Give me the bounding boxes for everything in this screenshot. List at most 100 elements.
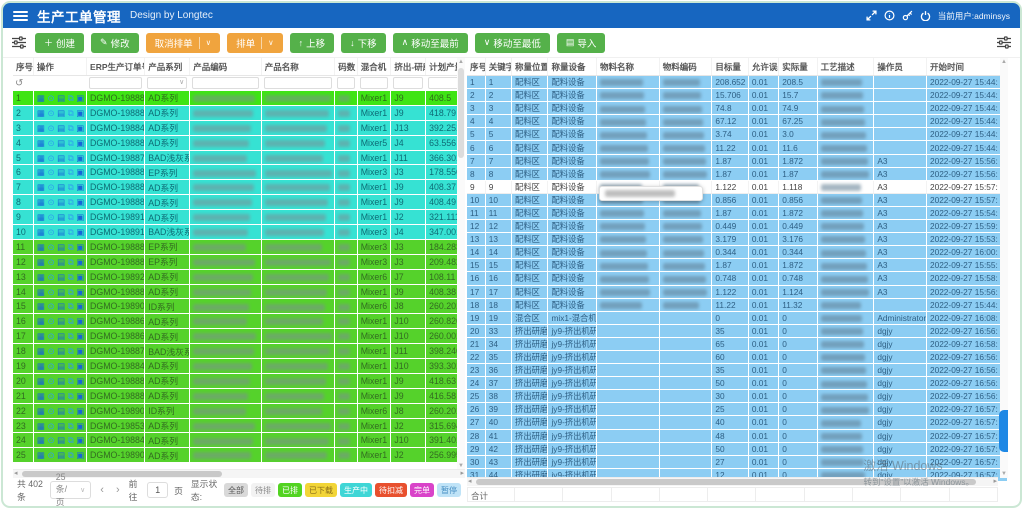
weighing-row[interactable]: 2538挤出研磨区jy9-挤出机研…300.010dgjy2022-09-27 … xyxy=(467,390,1008,403)
target-icon[interactable]: ⊙ xyxy=(47,288,54,297)
target-icon[interactable]: ⊙ xyxy=(47,139,54,148)
detail-grid-icon[interactable]: ▦ xyxy=(37,94,45,103)
target-icon[interactable]: ⊙ xyxy=(47,228,54,237)
work-order-row[interactable]: 14▦⊙▤⧉▣DGMO-198880AD系列Mixer1J9408.38 xyxy=(13,284,465,299)
target-icon[interactable]: ⊙ xyxy=(47,302,54,311)
prev-page-button[interactable]: ‹ xyxy=(97,484,107,496)
copy-icon[interactable]: ⧉ xyxy=(68,258,74,267)
list-icon[interactable]: ▤ xyxy=(57,139,65,148)
weighing-row[interactable]: 2336挤出研磨区jy9-挤出机研…350.010dgjy2022-09-27 … xyxy=(467,364,1008,377)
right-horizontal-scrollbar[interactable]: ◂▸ xyxy=(467,477,998,486)
stop-icon[interactable]: ▣ xyxy=(76,94,84,103)
stop-icon[interactable]: ▣ xyxy=(76,198,84,207)
stop-icon[interactable]: ▣ xyxy=(76,422,84,431)
list-icon[interactable]: ▤ xyxy=(57,332,65,341)
status-badge-暂停[interactable]: 暂停 xyxy=(437,483,461,497)
weighing-row[interactable]: 22配料区配料设备15.7060.0115.72022-09-27 15:44: xyxy=(467,89,1008,102)
work-order-row[interactable]: 21▦⊙▤⧉▣DGMO-198880AD系列Mixer1J9416.58 xyxy=(13,388,465,403)
filter-input[interactable] xyxy=(192,77,259,89)
copy-icon[interactable]: ⧉ xyxy=(68,243,74,252)
copy-icon[interactable]: ⧉ xyxy=(68,407,74,416)
detail-grid-icon[interactable]: ▦ xyxy=(37,213,45,222)
target-icon[interactable]: ⊙ xyxy=(47,407,54,416)
filter-sliders-icon[interactable] xyxy=(11,36,27,49)
status-badge-已下载[interactable]: 已下载 xyxy=(305,483,337,497)
weighing-row[interactable]: 1919混合区mix1-混合机100.010Administrator2022-… xyxy=(467,311,1008,324)
work-order-row[interactable]: 5▦⊙▤⧉▣DGMO-198878BAD浅灰系…Mixer1J11366.301 xyxy=(13,150,465,165)
detail-grid-icon[interactable]: ▦ xyxy=(37,422,45,431)
list-icon[interactable]: ▤ xyxy=(57,302,65,311)
weighing-row[interactable]: 2942挤出研磨区jy9-挤出机研…500.010dgjy2022-09-27 … xyxy=(467,442,1008,455)
toolbar-button-move-to-bottom[interactable]: ∨移动至最低 xyxy=(475,33,550,53)
status-badge-待扣减[interactable]: 待扣减 xyxy=(375,483,407,497)
work-order-row[interactable]: 2▦⊙▤⧉▣DGMO-198880AD系列Mixer1J9418.79 xyxy=(13,105,465,120)
copy-icon[interactable]: ⧉ xyxy=(68,377,74,386)
list-icon[interactable]: ▤ xyxy=(57,407,65,416)
weighing-row[interactable]: 1616配料区配料设备0.7480.010.748A32022-09-27 15… xyxy=(467,272,1008,285)
right-scroll-thumb[interactable] xyxy=(999,410,1008,452)
target-icon[interactable]: ⊙ xyxy=(47,183,54,192)
work-order-row[interactable]: 19▦⊙▤⧉▣DGMO-198843AD系列Mixer1J10393.301 xyxy=(13,359,465,374)
copy-icon[interactable]: ⧉ xyxy=(68,362,74,371)
status-badge-已排[interactable]: 已排 xyxy=(278,483,302,497)
target-icon[interactable]: ⊙ xyxy=(47,347,54,356)
filter-input[interactable] xyxy=(360,77,389,89)
detail-grid-icon[interactable]: ▦ xyxy=(37,362,45,371)
copy-icon[interactable]: ⧉ xyxy=(68,347,74,356)
weighing-row[interactable]: 2134挤出研磨区jy9-挤出机研…650.010dgjy2022-09-27 … xyxy=(467,337,1008,350)
work-order-row[interactable]: 23▦⊙▤⧉▣DGMO-198532AD系列Mixer1J2315.694 xyxy=(13,418,465,433)
weighing-row[interactable]: 33配料区配料设备74.80.0174.92022-09-27 15:44: xyxy=(467,102,1008,115)
list-icon[interactable]: ▤ xyxy=(57,154,65,163)
target-icon[interactable]: ⊙ xyxy=(47,154,54,163)
target-icon[interactable]: ⊙ xyxy=(47,451,54,460)
copy-icon[interactable]: ⧉ xyxy=(68,124,74,133)
weighing-row[interactable]: 2033挤出研磨区jy9-挤出机研…350.010dgjy2022-09-27 … xyxy=(467,324,1008,337)
toolbar-button-move-to-top[interactable]: ∧移动至最前 xyxy=(393,33,468,53)
work-order-row[interactable]: 10▦⊙▤⧉▣DGMO-198912BAD浅灰系…Mixer3J4347.001 xyxy=(13,225,465,240)
weighing-row[interactable]: 1414配料区配料设备0.3440.010.344A32022-09-27 16… xyxy=(467,246,1008,259)
work-order-row[interactable]: 4▦⊙▤⧉▣DGMO-198885AD系列Mixer5J463.556 xyxy=(13,135,465,150)
stop-icon[interactable]: ▣ xyxy=(76,273,84,282)
copy-icon[interactable]: ⧉ xyxy=(68,392,74,401)
list-icon[interactable]: ▤ xyxy=(57,94,65,103)
weighing-row[interactable]: 44配料区配料设备67.120.0167.252022-09-27 15:44: xyxy=(467,115,1008,128)
list-icon[interactable]: ▤ xyxy=(57,109,65,118)
list-icon[interactable]: ▤ xyxy=(57,288,65,297)
toolbar-button-edit[interactable]: ✎修改 xyxy=(91,33,139,53)
list-icon[interactable]: ▤ xyxy=(57,183,65,192)
stop-icon[interactable]: ▣ xyxy=(76,109,84,118)
stop-icon[interactable]: ▣ xyxy=(76,451,84,460)
weighing-row[interactable]: 3043挤出研磨区jy9-挤出机研…270.010dgjy2022-09-27 … xyxy=(467,455,1008,468)
work-order-row[interactable]: 20▦⊙▤⧉▣DGMO-198880AD系列Mixer1J9418.63 xyxy=(13,373,465,388)
status-badge-生产中[interactable]: 生产中 xyxy=(340,483,372,497)
target-icon[interactable]: ⊙ xyxy=(47,243,54,252)
copy-icon[interactable]: ⧉ xyxy=(68,109,74,118)
copy-icon[interactable]: ⧉ xyxy=(68,288,74,297)
copy-icon[interactable]: ⧉ xyxy=(68,332,74,341)
target-icon[interactable]: ⊙ xyxy=(47,362,54,371)
next-page-button[interactable]: › xyxy=(113,484,123,496)
detail-grid-icon[interactable]: ▦ xyxy=(37,139,45,148)
work-order-row[interactable]: 3▦⊙▤⧉▣DGMO-198841AD系列Mixer1J13392.251 xyxy=(13,120,465,135)
work-order-row[interactable]: 11▦⊙▤⧉▣DGMO-198889EP系列Mixer3J3184.283 xyxy=(13,239,465,254)
detail-grid-icon[interactable]: ▦ xyxy=(37,168,45,177)
refresh-icon[interactable]: ↺ xyxy=(15,78,23,89)
filter-input[interactable] xyxy=(89,77,142,89)
detail-grid-icon[interactable]: ▦ xyxy=(37,332,45,341)
left-horizontal-scrollbar[interactable]: ◂▸ xyxy=(13,469,465,478)
stop-icon[interactable]: ▣ xyxy=(76,436,84,445)
detail-grid-icon[interactable]: ▦ xyxy=(37,347,45,356)
stop-icon[interactable]: ▣ xyxy=(76,332,84,341)
copy-icon[interactable]: ⧉ xyxy=(68,168,74,177)
hamburger-menu-icon[interactable] xyxy=(13,11,28,21)
stop-icon[interactable]: ▣ xyxy=(76,288,84,297)
fullscreen-icon[interactable] xyxy=(866,10,877,21)
toolbar-button-import[interactable]: ▤导入 xyxy=(557,33,606,53)
copy-icon[interactable]: ⧉ xyxy=(68,154,74,163)
detail-grid-icon[interactable]: ▦ xyxy=(37,243,45,252)
filter-sliders-icon-right[interactable] xyxy=(996,36,1012,49)
detail-grid-icon[interactable]: ▦ xyxy=(37,436,45,445)
stop-icon[interactable]: ▣ xyxy=(76,407,84,416)
weighing-row[interactable]: 66配料区配料设备11.220.0111.62022-09-27 15:44: xyxy=(467,141,1008,154)
filter-input[interactable] xyxy=(393,77,423,89)
